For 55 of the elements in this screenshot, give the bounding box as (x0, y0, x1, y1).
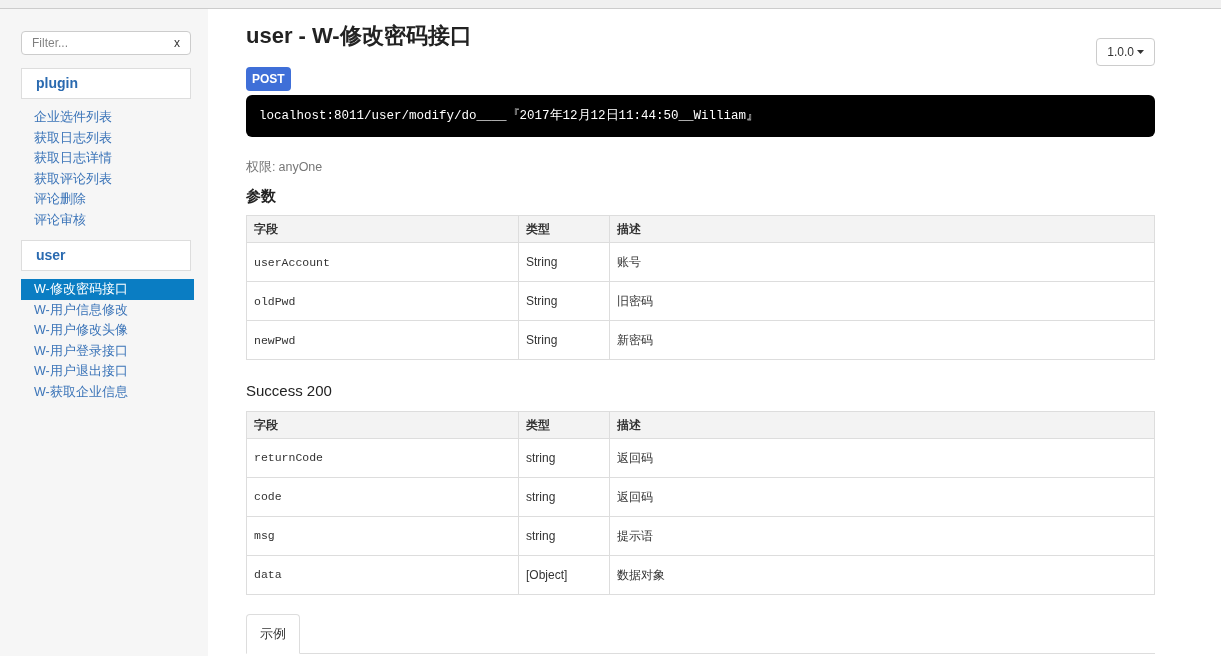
table-cell: String (518, 242, 610, 282)
column-header: 类型 (518, 215, 610, 243)
permission-label: 权限: (246, 159, 276, 176)
table-cell: 账号 (609, 242, 1155, 282)
sidebar-item[interactable]: W-修改密码接口 (21, 279, 194, 300)
group-title: plugin (36, 74, 78, 93)
group-title: user (36, 246, 66, 265)
table-cell: 返回码 (609, 438, 1155, 478)
table-cell: String (518, 281, 610, 321)
table-cell: string (518, 477, 610, 517)
group-header[interactable]: user (21, 240, 191, 271)
table-cell: string (518, 516, 610, 556)
table-cell: 新密码 (609, 320, 1155, 360)
table-cell: code (246, 477, 519, 517)
sidebar-item[interactable]: 获取日志列表 (21, 127, 194, 148)
column-header: 描述 (609, 411, 1155, 439)
sidebar-item[interactable]: 评论删除 (21, 189, 194, 210)
table-cell: oldPwd (246, 281, 519, 321)
column-header: 描述 (609, 215, 1155, 243)
table-cell: 返回码 (609, 477, 1155, 517)
column-header: 字段 (246, 215, 519, 243)
table-cell: 数据对象 (609, 555, 1155, 595)
method-badge: POST (246, 67, 291, 91)
permission-value: anyOne (278, 159, 323, 176)
column-header: 字段 (246, 411, 519, 439)
tab[interactable]: 示例 (246, 613, 300, 654)
group-header[interactable]: plugin (21, 68, 191, 99)
table-cell: msg (246, 516, 519, 556)
table-cell: 旧密码 (609, 281, 1155, 321)
filter-field[interactable]: Filter... x (21, 31, 191, 55)
table-cell: string (518, 438, 610, 478)
clear-button[interactable]: x (174, 34, 180, 52)
sidebar-item[interactable]: 获取日志详情 (21, 148, 194, 169)
sidebar-item[interactable]: W-用户登录接口 (21, 340, 194, 361)
url-code-block: localhost:8011/user/modify/do____『2017年12月12日11:44:50__William』 (246, 95, 1155, 137)
sidebar-item[interactable]: W-用户信息修改 (21, 299, 194, 320)
section-title: 参数 (246, 185, 277, 206)
sidebar-item[interactable]: 获取评论列表 (21, 168, 194, 189)
page-title: user - W-修改密码接口 (246, 22, 472, 50)
table-cell: String (518, 320, 610, 360)
sidebar-item[interactable]: W-用户退出接口 (21, 361, 194, 382)
table-cell: 提示语 (609, 516, 1155, 556)
column-header: 类型 (518, 411, 610, 439)
sidebar-item[interactable]: 评论审核 (21, 209, 194, 230)
version-dropdown[interactable]: 1.0.0 (1096, 38, 1155, 66)
table-cell: data (246, 555, 519, 595)
table-cell: newPwd (246, 320, 519, 360)
sidebar-item[interactable]: W-用户修改头像 (21, 320, 194, 341)
sidebar-item[interactable]: 企业选件列表 (21, 107, 194, 128)
table-cell: returnCode (246, 438, 519, 478)
section-title: Success 200 (246, 381, 333, 402)
table-cell: [Object] (518, 555, 610, 595)
caret-icon (1137, 50, 1144, 54)
sidebar-item[interactable]: W-获取企业信息 (21, 381, 194, 402)
table-cell: userAccount (246, 242, 519, 282)
